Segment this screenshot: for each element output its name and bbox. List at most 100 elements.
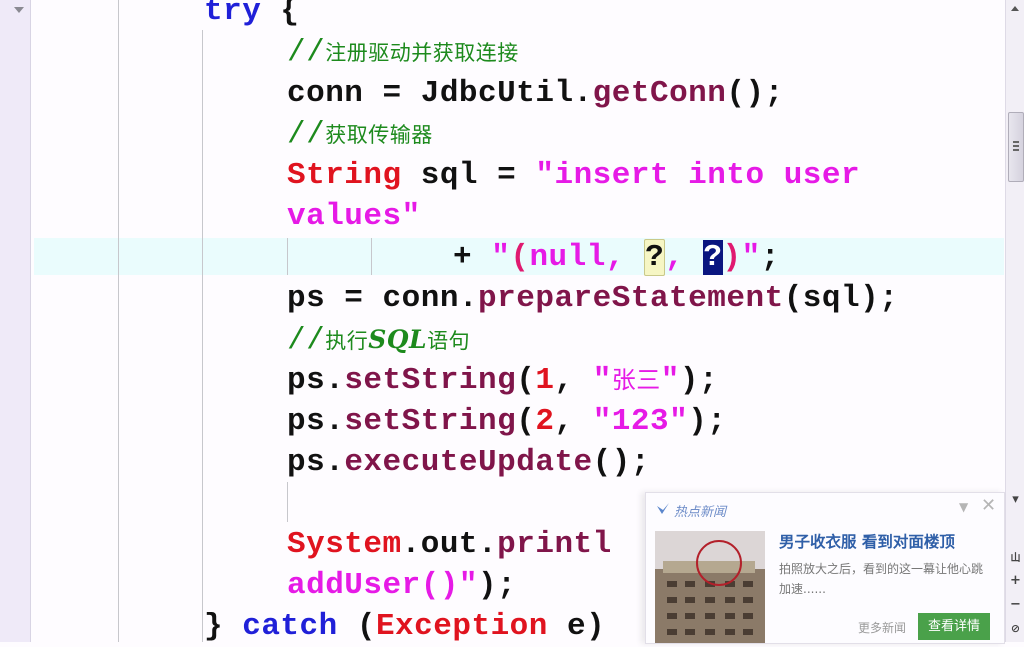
comment-text: 获取传输器 [325,123,433,147]
code-line[interactable]: addUser()"); [287,565,516,606]
fold-toggle-icon[interactable] [14,7,24,13]
code-token: // [287,323,326,358]
code-token: " [660,363,680,398]
code-token: setString [344,363,517,398]
code-token: .out. [401,527,498,562]
code-token: 执行 [325,323,368,358]
code-token: ps. [287,445,345,480]
code-line[interactable]: ps.setString(2, "123"); [287,401,726,442]
code-line[interactable]: System.out.printl [287,524,612,565]
news-logo-icon [657,503,669,514]
comment-text: 语句 [427,329,471,353]
indent-guide [118,0,119,642]
string-text: 张三 [611,366,661,394]
code-line[interactable]: ps = conn.prepareStatement(sql); [287,278,898,319]
code-token: SQL [368,323,427,358]
code-token: ( [516,363,536,398]
zoom-in-icon[interactable]: + [1009,574,1022,587]
comment-text: 注册驱动并获取连接 [325,41,519,65]
disable-icon[interactable]: ⊘ [1009,622,1022,635]
indent-guide [287,238,288,275]
dropdown-icon[interactable]: ▾ [1009,493,1022,506]
code-token: printl [497,527,612,562]
code-token: ( [337,609,376,644]
code-token: " [491,240,511,275]
code-line[interactable]: ps.executeUpdate(); [287,442,650,483]
code-token: 注册驱动并获取连接 [325,35,519,70]
code-token: conn = JdbcUtil. [287,76,593,111]
scroll-up-icon[interactable] [1011,6,1019,11]
code-token: 2 [535,404,555,439]
code-token: 语句 [427,323,470,358]
code-token: getConn [592,76,727,111]
code-token: " [741,240,761,275]
comment-text: SQL [368,325,428,354]
code-line[interactable]: values" [287,196,421,237]
news-description: 拍照放大之后，看到的这一幕让他心跳加速...... [779,562,984,596]
code-token: addUser()" [287,568,479,603]
grip-icon [1013,141,1019,143]
code-token: ); [478,568,517,603]
code-line[interactable]: ps.setString(1, "张三"); [287,360,718,401]
zoom-out-icon[interactable]: − [1009,598,1022,611]
close-icon[interactable]: ✕ [981,497,996,515]
code-token: System [287,527,402,562]
code-token: ); [688,404,727,439]
code-token: { [261,0,300,29]
hot-news-popup: 热点新闻 ▼ ✕ 男子收衣服 看到对面楼顶 拍照放大之后，看到的这一幕让他心跳加… [645,492,1005,644]
code-token: " [592,363,612,398]
placeholder-occurrence: ? [644,239,666,276]
code-token: ps. [287,363,345,398]
code-token: ps = conn. [287,281,479,316]
code-token: 张三 [612,363,661,398]
building-photo [655,531,765,643]
news-thumbnail[interactable] [655,531,765,643]
indent-guide [371,238,372,275]
code-token: setString [344,404,517,439]
code-token: ( [516,404,536,439]
comment-text: 执行 [325,329,369,353]
code-token: try [204,0,262,29]
code-token: ) [722,240,742,275]
code-line[interactable]: String sql = "insert into user [287,155,860,196]
code-token: sql = [401,158,536,193]
more-news-link[interactable]: 更多新闻 [858,619,906,636]
code-token: // [287,117,326,152]
code-token: (); [592,445,650,480]
code-line[interactable]: //获取传输器 [287,114,433,155]
code-token: executeUpdate [344,445,593,480]
code-token: ps. [287,404,345,439]
news-headline[interactable]: 男子收衣服 看到对面楼顶 [779,530,955,552]
scrollbar-thumb[interactable] [1008,112,1024,182]
selected-placeholder: ? [703,240,723,275]
code-line[interactable]: try { [204,0,300,32]
view-details-button[interactable]: 查看详情 [918,613,990,640]
code-line[interactable]: conn = JdbcUtil.getConn(); [287,73,784,114]
code-token: + [453,240,492,275]
code-token: null, [529,240,645,275]
code-token: prepareStatement [478,281,784,316]
code-token: "insert into user [535,158,861,193]
code-token: values" [287,199,421,234]
code-token: } [204,609,243,644]
code-token: Exception [375,609,548,644]
code-token: (); [726,76,784,111]
vertical-scrollbar[interactable]: ▾ 山 + − ⊘ [1005,0,1024,642]
code-token: // [287,35,326,70]
code-line[interactable]: //注册驱动并获取连接 [287,32,519,73]
code-token: , [665,240,704,275]
code-line[interactable]: } catch (Exception e) [204,606,605,647]
code-token: (sql); [783,281,899,316]
code-token: ( [510,240,530,275]
code-line[interactable]: + "(null, ?, ?)"; [453,237,780,278]
code-token: ); [679,363,719,398]
code-token: 1 [535,363,555,398]
code-token: "123" [592,404,689,439]
popup-menu-icon[interactable]: ▼ [959,501,971,513]
code-token: catch [242,609,338,644]
code-line[interactable]: //执行SQL语句 [287,319,470,360]
editor-gutter [0,0,31,642]
split-icon[interactable]: 山 [1009,552,1022,565]
code-token: , [554,363,593,398]
indent-guide [202,30,203,642]
